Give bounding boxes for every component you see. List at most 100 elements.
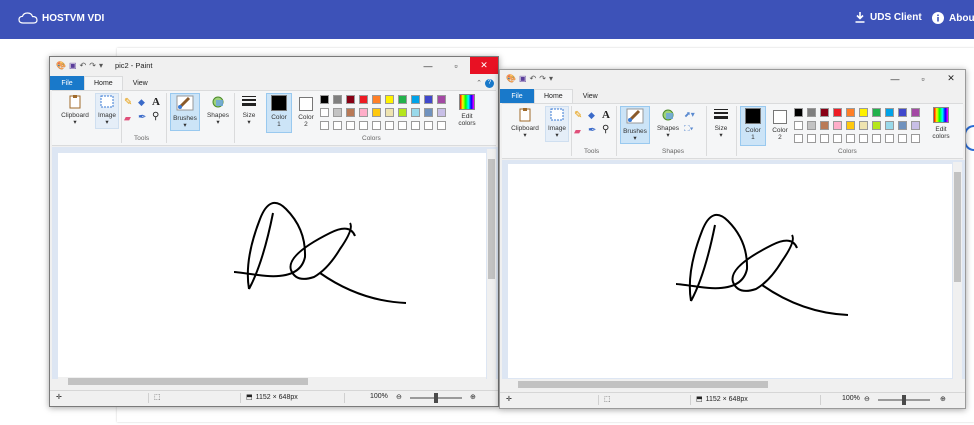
close-button[interactable]: ✕ xyxy=(470,57,498,74)
color-swatch[interactable] xyxy=(833,121,842,130)
image-button[interactable]: Image ▾ xyxy=(545,108,569,139)
color-swatch[interactable] xyxy=(320,108,329,117)
color-swatch[interactable] xyxy=(872,134,881,143)
color-swatch[interactable] xyxy=(333,108,342,117)
color-swatch[interactable] xyxy=(911,121,920,130)
zoom-slider[interactable] xyxy=(410,393,462,403)
color-swatch[interactable] xyxy=(833,108,842,117)
color-swatch[interactable] xyxy=(333,121,342,130)
edit-colors-button[interactable]: Edit colors xyxy=(926,107,956,140)
minimize-button[interactable]: — xyxy=(881,70,909,87)
fill-tool-icon[interactable]: ◆ xyxy=(138,97,145,108)
home-tab[interactable]: Home xyxy=(84,76,123,90)
undo-icon[interactable]: ↶ xyxy=(80,61,87,70)
text-tool-icon[interactable]: A xyxy=(152,96,160,108)
color-swatch[interactable] xyxy=(846,134,855,143)
view-tab[interactable]: View xyxy=(123,80,158,87)
color-swatch[interactable] xyxy=(424,95,433,104)
clipboard-button[interactable]: Clipboard ▾ xyxy=(508,108,542,139)
zoom-in-button[interactable]: ⊕ xyxy=(940,395,946,403)
color-swatch[interactable] xyxy=(359,121,368,130)
brushes-button[interactable]: Brushes ▾ xyxy=(170,94,200,129)
customize-qat-icon[interactable]: ▾ xyxy=(99,61,103,70)
color-swatch[interactable] xyxy=(859,108,868,117)
title-bar[interactable]: 🎨 ▣ ↶ ↷ ▾ pic2 - Paint — ▫ ✕ xyxy=(50,57,498,74)
color2-button[interactable]: Color 2 xyxy=(767,108,793,141)
text-tool-icon[interactable]: A xyxy=(602,109,610,121)
color-swatch[interactable] xyxy=(437,95,446,104)
help-icon[interactable]: ? xyxy=(485,78,494,88)
redo-icon[interactable]: ↷ xyxy=(89,61,96,70)
minimize-button[interactable]: — xyxy=(414,57,442,74)
color-picker-icon[interactable]: ✒ xyxy=(588,125,596,136)
color-swatch[interactable] xyxy=(372,121,381,130)
vertical-scroll-thumb[interactable] xyxy=(954,172,961,282)
color-swatch[interactable] xyxy=(424,121,433,130)
color-swatch[interactable] xyxy=(820,134,829,143)
color-swatch[interactable] xyxy=(794,108,803,117)
color-swatch[interactable] xyxy=(846,108,855,117)
view-tab[interactable]: View xyxy=(573,93,608,100)
paint-app-icon[interactable]: 🎨 xyxy=(56,61,66,70)
color-swatch[interactable] xyxy=(794,134,803,143)
undo-icon[interactable]: ↶ xyxy=(530,74,537,83)
color-swatch[interactable] xyxy=(898,121,907,130)
color-swatch[interactable] xyxy=(872,121,881,130)
color1-button[interactable]: Color 1 xyxy=(266,95,292,128)
horizontal-scrollbar[interactable] xyxy=(58,377,486,386)
save-icon[interactable]: ▣ xyxy=(519,74,527,83)
color-swatch[interactable] xyxy=(359,95,368,104)
fill-tool-icon[interactable]: ◆ xyxy=(588,110,595,121)
color-swatch[interactable] xyxy=(372,108,381,117)
about-link[interactable]: About xyxy=(932,12,974,24)
brushes-button[interactable]: Brushes ▾ xyxy=(620,107,650,142)
color-swatch[interactable] xyxy=(385,108,394,117)
edit-colors-button[interactable]: Edit colors xyxy=(452,94,482,127)
color-swatch[interactable] xyxy=(859,121,868,130)
shapes-button[interactable]: Shapes ▾ xyxy=(654,108,682,139)
title-bar[interactable]: 🎨 ▣ ↶ ↷ ▾ — ▫ ✕ xyxy=(500,70,965,87)
zoom-out-button[interactable]: ⊖ xyxy=(864,395,870,403)
drawing-canvas[interactable] xyxy=(58,153,486,377)
color-swatch[interactable] xyxy=(885,121,894,130)
maximize-button[interactable]: ▫ xyxy=(909,70,937,87)
zoom-slider[interactable] xyxy=(878,395,930,405)
paint-window-2[interactable]: 🎨 ▣ ↶ ↷ ▾ — ▫ ✕ File Home View Clipboard… xyxy=(499,69,966,409)
size-button[interactable]: Size ▾ xyxy=(238,95,260,126)
color-swatch[interactable] xyxy=(346,121,355,130)
shape-fill-icon[interactable]: ⛶▾ xyxy=(684,124,694,134)
color-swatch[interactable] xyxy=(320,121,329,130)
color-swatch[interactable] xyxy=(385,121,394,130)
color-swatch[interactable] xyxy=(846,121,855,130)
color-swatch[interactable] xyxy=(820,121,829,130)
zoom-out-button[interactable]: ⊖ xyxy=(396,393,402,401)
color-picker-icon[interactable]: ✒ xyxy=(138,112,146,123)
color-swatch[interactable] xyxy=(859,134,868,143)
color-swatch[interactable] xyxy=(833,134,842,143)
color-swatch[interactable] xyxy=(320,95,329,104)
drawing-canvas[interactable] xyxy=(508,164,952,378)
paint-app-icon[interactable]: 🎨 xyxy=(506,74,516,83)
color-swatch[interactable] xyxy=(911,108,920,117)
color-swatch[interactable] xyxy=(372,95,381,104)
color-swatch[interactable] xyxy=(885,108,894,117)
magnifier-icon[interactable]: ⚲ xyxy=(602,124,609,135)
eraser-tool-icon[interactable]: ▰ xyxy=(574,126,581,137)
color-swatch[interactable] xyxy=(437,121,446,130)
redo-icon[interactable]: ↷ xyxy=(539,74,546,83)
color-swatch[interactable] xyxy=(807,108,816,117)
color-swatch[interactable] xyxy=(898,134,907,143)
collapse-ribbon-icon[interactable]: ⌃ xyxy=(476,79,482,87)
vertical-scrollbar[interactable] xyxy=(487,149,496,379)
shape-outline-icon[interactable]: ⬈▾ xyxy=(684,110,695,119)
horizontal-scrollbar[interactable] xyxy=(508,380,952,389)
image-button[interactable]: Image ▾ xyxy=(95,95,119,126)
close-button[interactable]: ✕ xyxy=(937,70,965,87)
color-swatch[interactable] xyxy=(437,108,446,117)
paint-window-1[interactable]: 🎨 ▣ ↶ ↷ ▾ pic2 - Paint — ▫ ✕ File Home V… xyxy=(49,56,499,407)
color-swatch[interactable] xyxy=(346,95,355,104)
file-tab[interactable]: File xyxy=(50,76,84,90)
magnifier-icon[interactable]: ⚲ xyxy=(152,111,159,122)
eraser-tool-icon[interactable]: ▰ xyxy=(124,113,131,124)
color-swatch[interactable] xyxy=(346,108,355,117)
